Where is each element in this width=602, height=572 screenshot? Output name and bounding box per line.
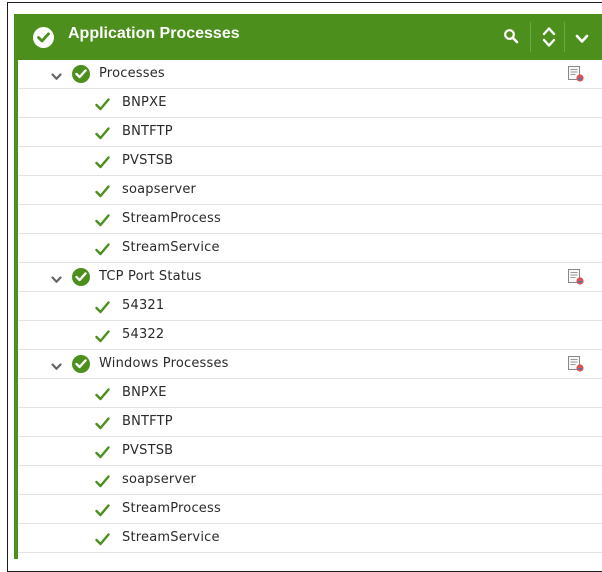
check-circle-icon: [72, 65, 90, 83]
details-report-icon[interactable]: [568, 356, 584, 372]
item-label: BNTFTP: [122, 414, 173, 429]
group-row[interactable]: Windows Processes: [18, 350, 602, 379]
list-item[interactable]: soapserver: [18, 466, 602, 495]
check-icon: [95, 446, 110, 459]
item-label: BNTFTP: [122, 124, 173, 139]
check-icon: [95, 98, 110, 111]
header-divider: [564, 22, 565, 52]
item-label: soapserver: [122, 472, 197, 487]
check-icon: [95, 504, 110, 517]
check-circle-icon: [33, 27, 54, 48]
item-label: StreamService: [122, 530, 220, 545]
check-icon: [95, 156, 110, 169]
check-icon: [95, 533, 110, 546]
chevron-down-icon[interactable]: [575, 30, 589, 43]
list-item[interactable]: PVSTSB: [18, 437, 602, 466]
group-label: Processes: [99, 66, 165, 81]
header-divider: [530, 22, 531, 52]
list-item[interactable]: soapserver: [18, 176, 602, 205]
sort-icon[interactable]: [542, 24, 556, 50]
group-label: Windows Processes: [99, 356, 229, 371]
application-processes-panel: Application Processes Processes BNPXE BNTF…: [14, 14, 602, 559]
group-row[interactable]: TCP Port Status: [18, 263, 602, 292]
item-label: PVSTSB: [122, 153, 174, 168]
list-item[interactable]: 54322: [18, 321, 602, 350]
chevron-down-icon[interactable]: [51, 273, 62, 283]
check-icon: [95, 243, 110, 256]
item-label: 54322: [122, 327, 165, 342]
group-row[interactable]: Processes: [18, 60, 602, 89]
item-label: soapserver: [122, 182, 197, 197]
item-label: StreamProcess: [122, 211, 221, 226]
check-circle-icon: [72, 268, 90, 286]
item-label: PVSTSB: [122, 443, 174, 458]
search-icon[interactable]: [503, 28, 519, 44]
item-label: BNPXE: [122, 95, 167, 110]
list-item[interactable]: BNPXE: [18, 89, 602, 118]
check-icon: [95, 388, 110, 401]
list-item[interactable]: StreamService: [18, 524, 602, 553]
details-report-icon[interactable]: [568, 269, 584, 285]
item-label: 54321: [122, 298, 165, 313]
list-item[interactable]: BNTFTP: [18, 118, 602, 147]
details-report-icon[interactable]: [568, 66, 584, 82]
chevron-down-icon[interactable]: [51, 70, 62, 80]
check-circle-icon: [72, 355, 90, 373]
item-label: StreamProcess: [122, 501, 221, 516]
check-icon: [95, 330, 110, 343]
list-item[interactable]: StreamProcess: [18, 495, 602, 524]
check-icon: [95, 301, 110, 314]
check-icon: [95, 417, 110, 430]
chevron-down-icon[interactable]: [51, 360, 62, 370]
list-item[interactable]: StreamProcess: [18, 205, 602, 234]
panel-header: Application Processes: [18, 14, 602, 60]
list-item[interactable]: PVSTSB: [18, 147, 602, 176]
list-item[interactable]: 54321: [18, 292, 602, 321]
item-label: StreamService: [122, 240, 220, 255]
check-icon: [95, 127, 110, 140]
list-item[interactable]: BNPXE: [18, 379, 602, 408]
panel-title: Application Processes: [68, 25, 240, 42]
check-icon: [95, 475, 110, 488]
check-icon: [95, 185, 110, 198]
list-item[interactable]: StreamService: [18, 234, 602, 263]
group-label: TCP Port Status: [99, 269, 202, 284]
check-icon: [95, 214, 110, 227]
list-item[interactable]: BNTFTP: [18, 408, 602, 437]
process-tree: Processes BNPXE BNTFTP PVSTSB soapserver Stre…: [18, 60, 602, 553]
item-label: BNPXE: [122, 385, 167, 400]
